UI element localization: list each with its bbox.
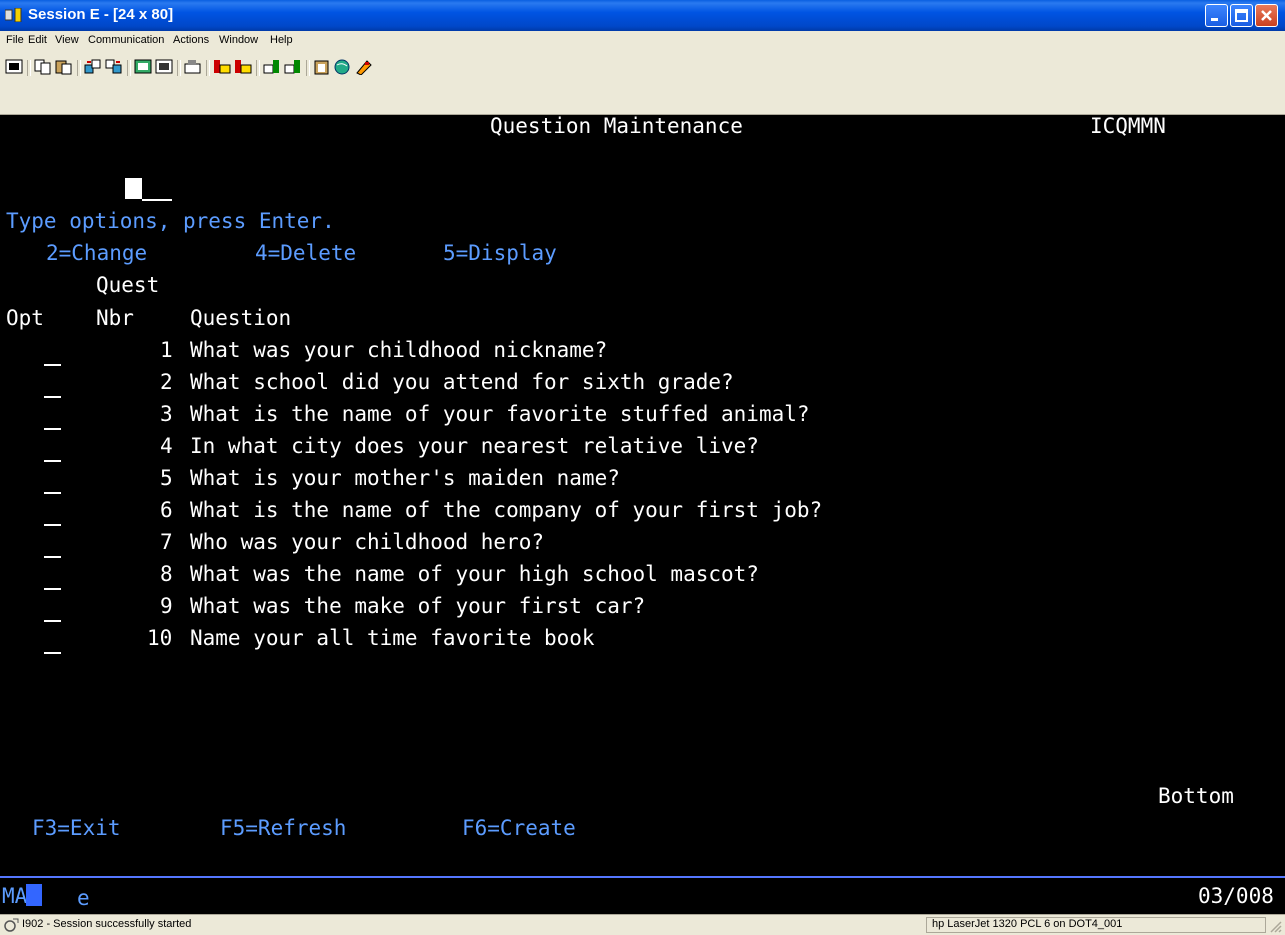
oia-status-indicator: e [77, 886, 90, 910]
instructions-text: Type options, press Enter. [6, 209, 335, 233]
row-number: 1 [160, 338, 173, 362]
title-bar: Session E - [24 x 80] [0, 0, 1285, 31]
menu-communication[interactable]: Communication [88, 34, 164, 46]
record-macro-icon[interactable] [213, 59, 231, 75]
row-question: Name your all time favorite book [190, 626, 595, 650]
row-option-input[interactable] [44, 620, 61, 622]
column-header-opt: Opt [6, 306, 44, 330]
row-option-input[interactable] [44, 588, 61, 590]
menu-view[interactable]: View [55, 34, 79, 46]
minimize-button[interactable] [1205, 4, 1228, 27]
row-option-input[interactable] [44, 652, 61, 654]
stop-macro-icon[interactable] [234, 59, 252, 75]
row-question: Who was your childhood hero? [190, 530, 545, 554]
row-option-input[interactable] [44, 492, 61, 494]
menu-edit[interactable]: Edit [28, 34, 47, 46]
row-question: What was the make of your first car? [190, 594, 646, 618]
globe-icon[interactable] [334, 59, 352, 75]
column-header-question: Question [190, 306, 292, 330]
row-option-input[interactable] [44, 396, 61, 398]
menu-bar: File Edit View Communication Actions Win… [0, 31, 1285, 50]
printer-name: hp LaserJet 1320 PCL 6 on DOT4_001 [932, 918, 1123, 930]
menu-file[interactable]: File [6, 34, 24, 46]
session-app-icon [5, 8, 22, 22]
row-number: 6 [160, 498, 173, 522]
close-button[interactable] [1255, 4, 1278, 27]
display-icon[interactable] [134, 59, 152, 75]
oia-keyboard-indicator [26, 884, 42, 906]
paste-icon[interactable] [55, 59, 73, 75]
list-position-indicator: Bottom [1158, 784, 1234, 808]
row-number: 7 [160, 530, 173, 554]
status-bar: I902 - Session successfully started hp L… [0, 914, 1285, 935]
option-change: 2=Change [46, 241, 148, 265]
minimize-icon [1211, 18, 1218, 21]
program-name: ICQMMN [1090, 114, 1166, 138]
column-header-quest: Quest [96, 273, 160, 297]
text-cursor [125, 178, 142, 199]
row-question: What was the name of your high school ma… [190, 562, 759, 586]
help-icon[interactable] [355, 59, 373, 75]
keyboard-icon[interactable] [155, 59, 173, 75]
maximize-button[interactable] [1230, 4, 1253, 27]
row-question: What is your mother's maiden name? [190, 466, 620, 490]
receive-file-icon[interactable] [105, 59, 123, 75]
print-screen-icon[interactable] [5, 59, 23, 75]
f5-refresh-key[interactable]: F5=Refresh [220, 816, 346, 840]
play-macro-icon[interactable] [263, 59, 281, 75]
copy-icon[interactable] [34, 59, 52, 75]
resize-grip-icon[interactable] [1268, 919, 1282, 933]
option-delete: 4=Delete [255, 241, 357, 265]
row-number: 2 [160, 370, 173, 394]
connection-icon [4, 918, 19, 932]
menu-help[interactable]: Help [270, 34, 293, 46]
screen-title: Question Maintenance [490, 114, 743, 138]
row-question: What is the name of your favorite stuffe… [190, 402, 810, 426]
row-option-input[interactable] [44, 524, 61, 526]
close-icon [1261, 10, 1272, 21]
command-input-field[interactable] [142, 199, 172, 201]
f3-exit-key[interactable]: F3=Exit [32, 816, 121, 840]
f6-create-key[interactable]: F6=Create [462, 816, 576, 840]
row-option-input[interactable] [44, 428, 61, 430]
row-number: 8 [160, 562, 173, 586]
send-file-icon[interactable] [84, 59, 102, 75]
cursor-position: 03/008 [1198, 884, 1274, 908]
menu-actions[interactable]: Actions [173, 34, 209, 46]
oia-mode: MA [2, 884, 28, 908]
row-number: 9 [160, 594, 173, 618]
option-display: 5=Display [443, 241, 557, 265]
operator-info-area: MA e 03/008 [0, 878, 1285, 914]
transfer-icon[interactable] [284, 59, 302, 75]
row-number: 4 [160, 434, 173, 458]
row-question: What is the name of the company of your … [190, 498, 823, 522]
clipboard-icon[interactable] [313, 59, 331, 75]
toolbar [0, 50, 1285, 115]
window-title: Session E - [24 x 80] [28, 6, 174, 23]
row-number: 3 [160, 402, 173, 426]
row-number: 10 [147, 626, 173, 650]
row-option-input[interactable] [44, 364, 61, 366]
maximize-icon [1235, 9, 1248, 22]
macro-icon[interactable] [184, 59, 202, 75]
menu-window[interactable]: Window [219, 34, 258, 46]
row-option-input[interactable] [44, 460, 61, 462]
column-header-nbr: Nbr [96, 306, 134, 330]
row-question: What school did you attend for sixth gra… [190, 370, 734, 394]
row-question: What was your childhood nickname? [190, 338, 608, 362]
status-message: I902 - Session successfully started [22, 918, 192, 930]
row-question: In what city does your nearest relative … [190, 434, 759, 458]
row-option-input[interactable] [44, 556, 61, 558]
row-number: 5 [160, 466, 173, 490]
